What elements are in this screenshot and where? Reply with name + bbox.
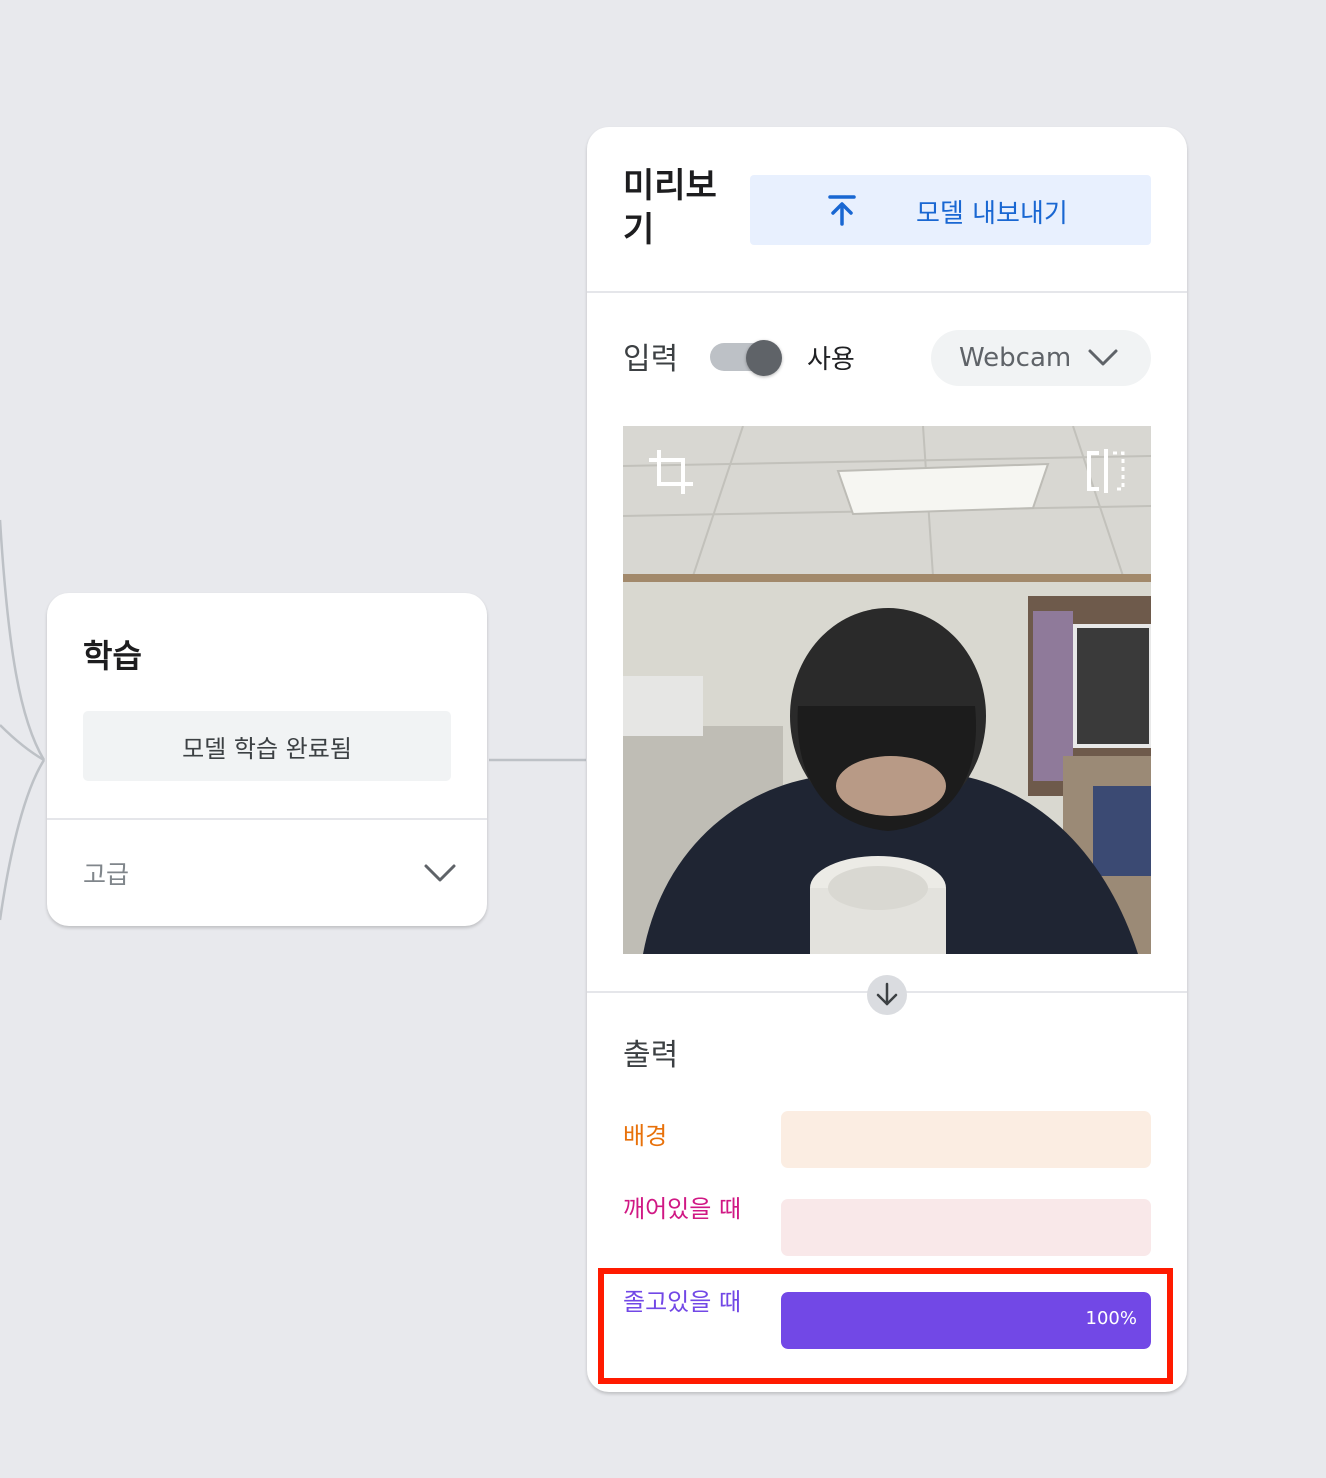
flip-icon[interactable] — [1085, 448, 1127, 494]
input-label: 입력 — [623, 342, 679, 377]
input-toggle[interactable] — [710, 340, 782, 376]
class-label-awake: 깨어있을 때 — [623, 1195, 742, 1223]
preview-card: 미리보기 모델 내보내기 입력 사용 Webcam 출력 배경 깨어있을 때 졸… — [587, 127, 1187, 1392]
arrow-down-icon — [867, 975, 907, 1015]
class-label-background: 배경 — [623, 1122, 668, 1150]
export-model-button[interactable]: 모델 내보내기 — [750, 175, 1151, 245]
confidence-bar-background — [781, 1111, 1151, 1168]
webcam-image — [623, 426, 1151, 954]
toggle-knob — [746, 340, 782, 376]
chevron-down-icon — [1088, 349, 1118, 366]
train-model-button[interactable]: 모델 학습 완료됨 — [83, 711, 451, 781]
class-label-drowsy: 졸고있을 때 — [623, 1288, 742, 1316]
confidence-bar-drowsy: 100% — [781, 1292, 1151, 1349]
crop-icon[interactable] — [647, 448, 695, 496]
confidence-bar-awake — [781, 1199, 1151, 1256]
toggle-label: 사용 — [807, 345, 855, 375]
input-source-value: Webcam — [959, 343, 1072, 373]
input-source-dropdown[interactable]: Webcam — [931, 330, 1151, 386]
upload-icon — [828, 195, 856, 226]
advanced-label: 고급 — [83, 860, 130, 889]
chevron-down-icon — [424, 864, 456, 882]
canvas: 학습 모델 학습 완료됨 고급 미리보기 모델 내보내기 입력 사용 Webca… — [0, 0, 1326, 1478]
training-card: 학습 모델 학습 완료됨 고급 — [47, 593, 487, 926]
webcam-preview — [623, 426, 1151, 954]
export-model-label: 모델 내보내기 — [916, 199, 1068, 229]
preview-title: 미리보기 — [623, 166, 717, 250]
training-title: 학습 — [83, 637, 142, 675]
divider — [587, 291, 1187, 293]
confidence-percent: 100% — [1085, 1308, 1137, 1329]
advanced-toggle[interactable]: 고급 — [83, 820, 457, 926]
output-label: 출력 — [623, 1038, 679, 1073]
